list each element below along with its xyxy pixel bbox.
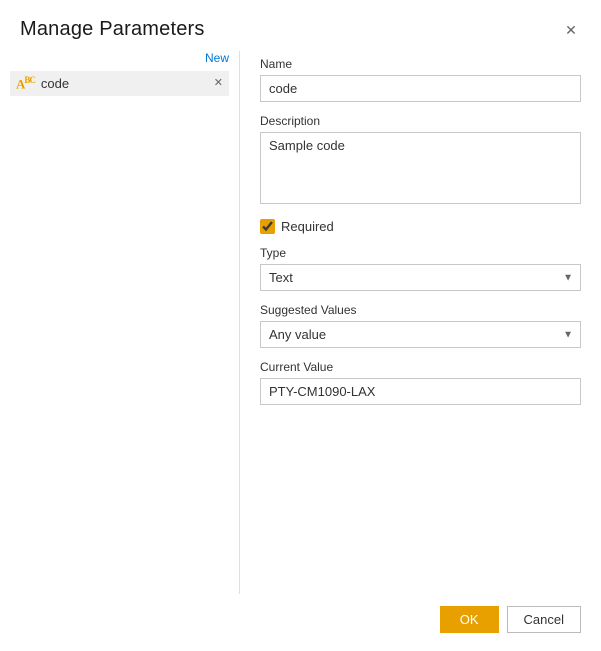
description-field-group: Description Sample code <box>260 114 581 207</box>
current-value-label: Current Value <box>260 360 581 374</box>
suggested-field-group: Suggested Values Any value List of value… <box>260 303 581 348</box>
required-checkbox[interactable] <box>260 219 275 234</box>
close-button[interactable]: ✕ <box>561 20 581 40</box>
dialog-body: New ABC code ✕ Name Description <box>0 51 601 594</box>
required-row: Required <box>260 219 581 234</box>
type-label: Type <box>260 246 581 260</box>
type-field-group: Type Text Number Date True/False ▼ <box>260 246 581 291</box>
suggested-select-wrapper: Any value List of values ▼ <box>260 321 581 348</box>
description-label: Description <box>260 114 581 128</box>
left-panel: New ABC code ✕ <box>0 51 240 594</box>
suggested-label: Suggested Values <box>260 303 581 317</box>
current-value-field-group: Current Value <box>260 360 581 405</box>
type-select-wrapper: Text Number Date True/False ▼ <box>260 264 581 291</box>
right-panel: Name Description Sample code Required Ty… <box>240 51 601 594</box>
suggested-select[interactable]: Any value List of values <box>260 321 581 348</box>
description-input[interactable]: Sample code <box>260 132 581 204</box>
param-name-label: code <box>41 76 208 91</box>
param-item[interactable]: ABC code ✕ <box>10 71 229 96</box>
required-label: Required <box>281 219 334 234</box>
manage-parameters-dialog: Manage Parameters ✕ New ABC code ✕ Name <box>0 0 601 651</box>
new-link[interactable]: New <box>10 51 229 71</box>
param-type-icon: ABC <box>16 76 35 90</box>
dialog-footer: OK Cancel <box>0 594 601 651</box>
ok-button[interactable]: OK <box>440 606 499 633</box>
name-field-group: Name <box>260 57 581 102</box>
type-select[interactable]: Text Number Date True/False <box>260 264 581 291</box>
name-label: Name <box>260 57 581 71</box>
param-close-button[interactable]: ✕ <box>214 78 223 89</box>
dialog-title: Manage Parameters <box>20 18 205 41</box>
dialog-header: Manage Parameters ✕ <box>0 0 601 51</box>
current-value-input[interactable] <box>260 378 581 405</box>
cancel-button[interactable]: Cancel <box>507 606 581 633</box>
name-input[interactable] <box>260 75 581 102</box>
